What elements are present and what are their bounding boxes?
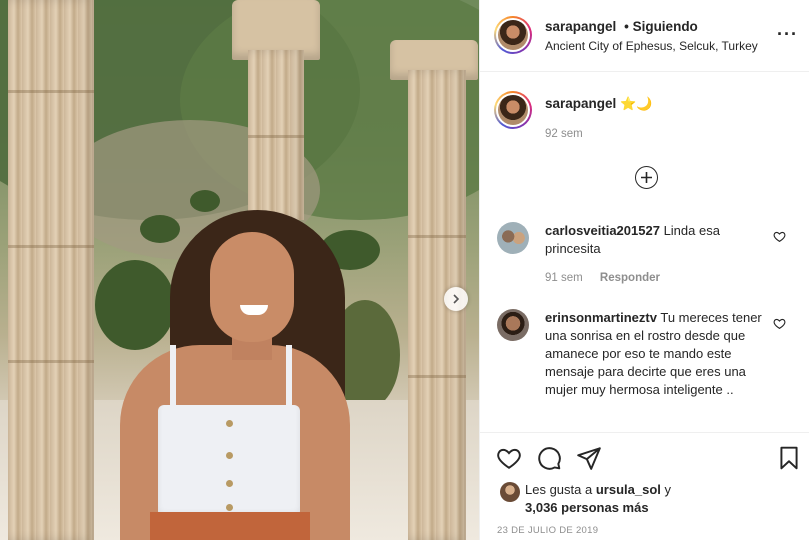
- likes-conjunction: y: [664, 482, 672, 497]
- comment-text-block: carlosveitia201527 Linda esa princesita: [545, 222, 770, 258]
- load-more-comments-button[interactable]: [635, 166, 658, 189]
- plus-icon: [641, 172, 652, 183]
- post-side-panel: sarapangel • Siguiendo Ancient City of E…: [479, 0, 809, 540]
- heart-icon[interactable]: [773, 317, 786, 330]
- liker-username[interactable]: ursula_sol: [596, 482, 661, 497]
- top-button: [226, 420, 233, 427]
- bush: [140, 215, 180, 243]
- commenter-username[interactable]: carlosveitia201527: [545, 223, 660, 238]
- liker-avatar[interactable]: [500, 482, 520, 502]
- likes-prefix: Les gusta a: [525, 482, 593, 497]
- caption-text: ⭐🌙: [620, 96, 653, 111]
- column-joint: [408, 375, 466, 378]
- heart-icon[interactable]: [773, 230, 786, 243]
- comment-text-block: erinsonmartineztv Tu mereces tener una s…: [545, 309, 770, 399]
- ancient-column: [8, 0, 94, 540]
- top-button: [226, 452, 233, 459]
- next-photo-button[interactable]: [444, 287, 468, 311]
- following-button[interactable]: Siguiendo: [633, 19, 698, 34]
- save-bookmark-icon[interactable]: [776, 445, 802, 471]
- more-options-icon[interactable]: ···: [777, 24, 798, 45]
- location-link[interactable]: Ancient City of Ephesus, Selcuk, Turkey: [545, 39, 758, 53]
- column-joint: [8, 245, 94, 248]
- post-actions: Les gusta a ursula_sol y 3,036 personas …: [480, 432, 809, 540]
- post-date[interactable]: 23 DE JULIO DE 2019: [497, 525, 598, 536]
- column-joint: [248, 135, 304, 138]
- column-joint: [8, 90, 94, 93]
- post-header: sarapangel • Siguiendo Ancient City of E…: [480, 0, 809, 72]
- person-face: [210, 232, 294, 342]
- share-direct-icon[interactable]: [576, 445, 602, 471]
- top-strap: [170, 345, 176, 407]
- likes-count[interactable]: 3,036 personas más: [525, 500, 649, 515]
- commenter-avatar[interactable]: [497, 309, 529, 341]
- caption-avatar[interactable]: [494, 91, 532, 129]
- author-username[interactable]: sarapangel: [545, 19, 616, 34]
- chevron-right-icon: [453, 294, 460, 304]
- tree: [95, 260, 175, 350]
- caption-line: sarapangel ⭐🌙: [545, 96, 652, 112]
- header-user-line: sarapangel • Siguiendo: [545, 19, 698, 34]
- comment-timestamp[interactable]: 91 sem: [545, 272, 583, 284]
- comment-meta: 91 sem Responder: [545, 272, 674, 284]
- bush: [190, 190, 220, 212]
- like-heart-icon[interactable]: [496, 445, 522, 471]
- commenter-avatar[interactable]: [497, 222, 529, 254]
- column-joint: [408, 235, 466, 238]
- caption-username[interactable]: sarapangel: [545, 96, 616, 111]
- top-button: [226, 504, 233, 511]
- reply-button[interactable]: Responder: [600, 272, 660, 284]
- separator-dot: •: [624, 19, 629, 34]
- caption-timestamp[interactable]: 92 sem: [545, 128, 583, 140]
- top-button: [226, 480, 233, 487]
- likes-summary: Les gusta a ursula_sol y 3,036 personas …: [525, 481, 785, 517]
- column-joint: [8, 360, 94, 363]
- author-avatar[interactable]: [494, 16, 532, 54]
- post-photo[interactable]: [0, 0, 479, 540]
- comment-icon[interactable]: [536, 445, 562, 471]
- orange-skirt: [150, 512, 310, 540]
- commenter-username[interactable]: erinsonmartineztv: [545, 310, 657, 325]
- top-strap: [286, 345, 292, 407]
